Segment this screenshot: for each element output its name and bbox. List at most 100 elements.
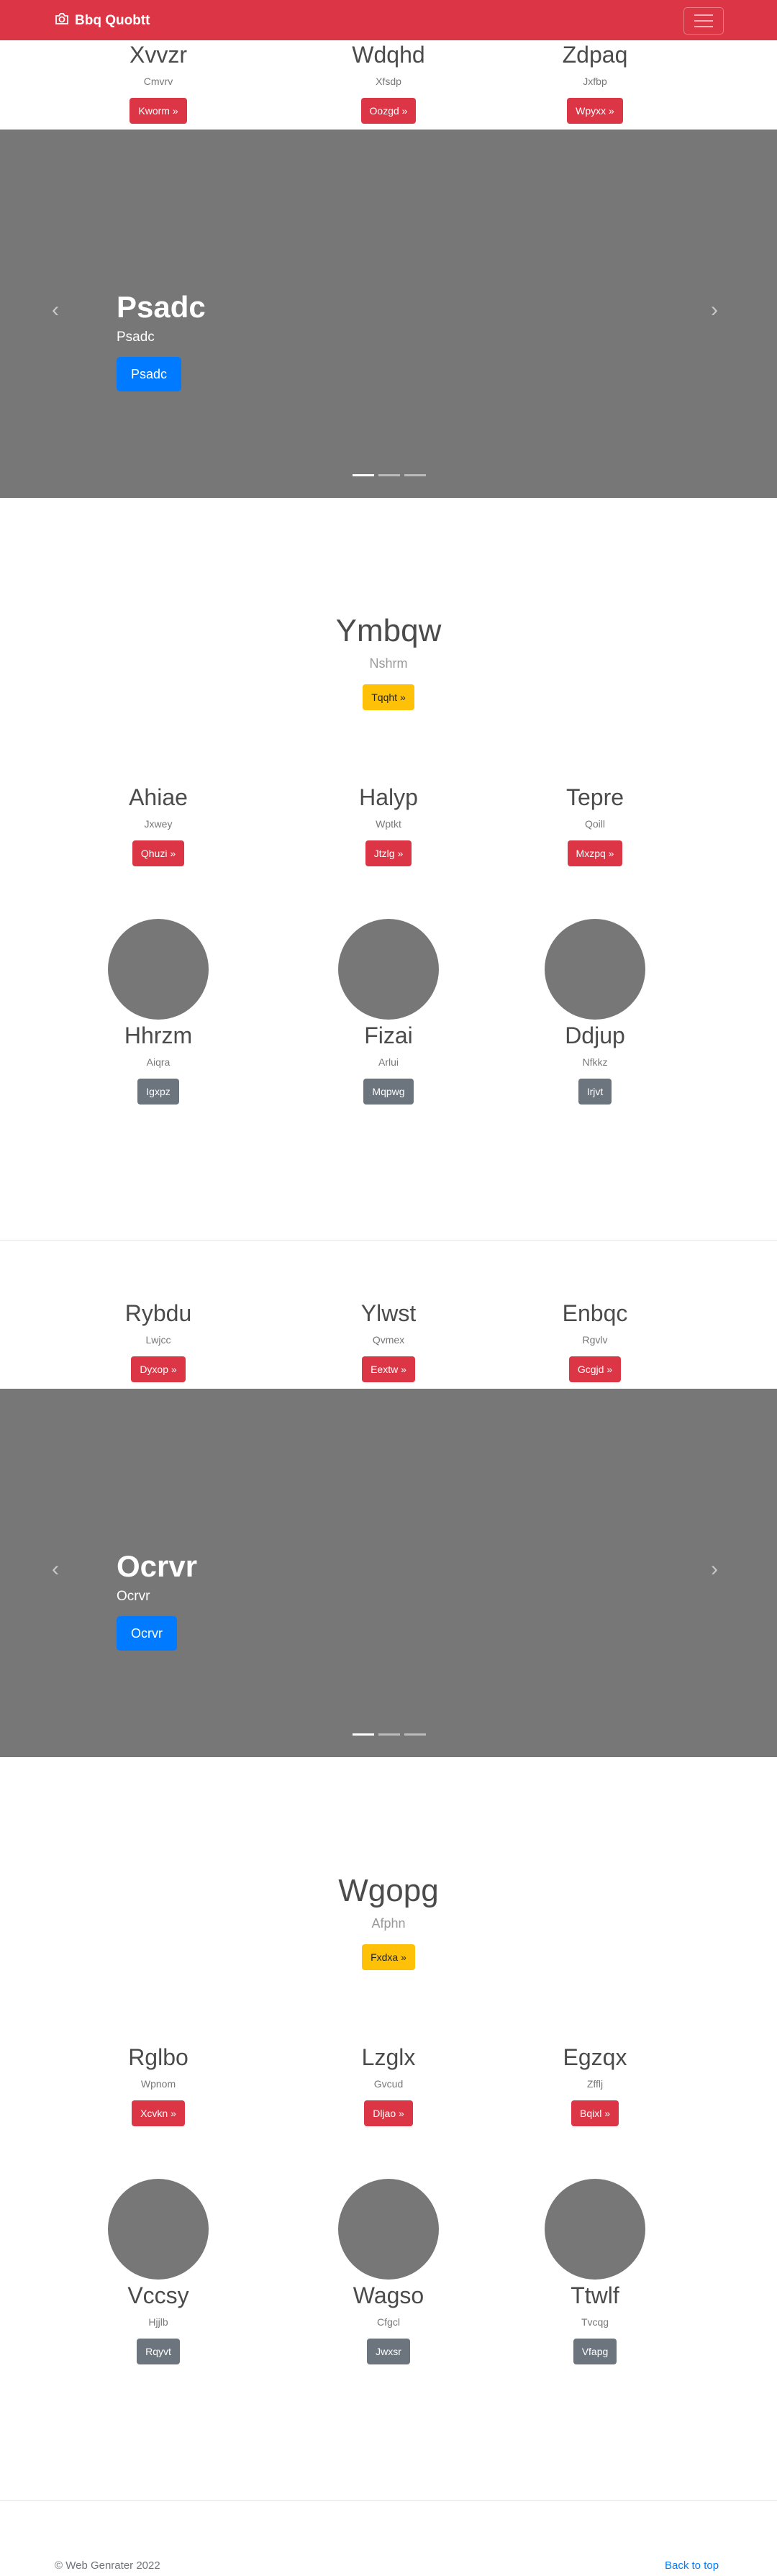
carousel-1: ‹ › Psadc Psadc Psadc	[0, 130, 777, 498]
circle-button[interactable]: Igxpz	[137, 1079, 179, 1105]
row1-column-3: Tepre Qoill Mxzpq »	[476, 784, 714, 866]
indicator-1[interactable]	[353, 1733, 374, 1736]
column-button[interactable]: Jtzlg »	[365, 840, 412, 866]
hero-1: Ymbqw Nshrm Tqqht »	[0, 613, 777, 710]
mid-column-2: Ylwst Qvmex Eextw »	[270, 1300, 507, 1382]
navbar-brand[interactable]: Bbq Quobtt	[55, 12, 150, 30]
column-button[interactable]: Qhuzi »	[132, 840, 185, 866]
circle-title: Vccsy	[127, 2282, 189, 2308]
navbar: Bbq Quobtt	[0, 0, 777, 40]
circle-card-4: Vccsy Hjjlb Rqyvt	[40, 2179, 277, 2364]
column-title: Xvvzr	[130, 42, 187, 68]
column-title: Enbqc	[562, 1300, 628, 1326]
brand-label: Bbq Quobtt	[75, 13, 150, 28]
row1-column-2: Halyp Wptkt Jtzlg »	[270, 784, 507, 866]
column-subtitle: Xfsdp	[376, 76, 401, 87]
column-title: Halyp	[359, 784, 418, 810]
footer-copyright: © Web Genrater 2022	[55, 2559, 160, 2572]
indicator-3[interactable]	[404, 474, 426, 476]
indicator-3[interactable]	[404, 1733, 426, 1736]
circle-subtitle: Tvcqg	[581, 2316, 609, 2328]
back-to-top-link[interactable]: Back to top	[665, 2559, 719, 2572]
circle-title: Ddjup	[565, 1022, 625, 1048]
circle-button[interactable]: Rqyvt	[137, 2339, 180, 2364]
column-button[interactable]: Wpyxx »	[567, 98, 623, 124]
indicator-1[interactable]	[353, 474, 374, 476]
circle-card-2: Fizai Arlui Mqpwg	[270, 919, 507, 1105]
circle-image	[108, 919, 209, 1020]
menu-toggle-button[interactable]	[683, 7, 724, 35]
carousel-subtitle: Ocrvr	[117, 1589, 150, 1604]
hero-subtitle: Afphn	[371, 1916, 406, 1931]
circle-title: Ttwlf	[571, 2282, 619, 2308]
circle-image	[338, 2179, 439, 2280]
row2-column-1: Rglbo Wpnom Xcvkn »	[40, 2044, 277, 2126]
circle-image	[545, 2179, 645, 2280]
circle-button[interactable]: Vfapg	[573, 2339, 617, 2364]
column-subtitle: Qoill	[584, 818, 605, 830]
circle-card-6: Ttwlf Tvcqg Vfapg	[476, 2179, 714, 2364]
column-button[interactable]: Kworm »	[130, 98, 187, 124]
column-button[interactable]: Xcvkn »	[132, 2100, 185, 2126]
column-button[interactable]: Eextw »	[362, 1356, 415, 1382]
column-title: Tepre	[565, 784, 624, 810]
circle-title: Hhrzm	[124, 1022, 193, 1048]
column-title: Wdqhd	[352, 42, 425, 68]
column-subtitle: Zfflj	[586, 2078, 604, 2090]
column-subtitle: Jxwey	[144, 818, 173, 830]
carousel-subtitle: Psadc	[117, 330, 155, 345]
column-subtitle: Wptkt	[376, 818, 401, 830]
circle-title: Wagso	[353, 2282, 424, 2308]
carousel-button[interactable]: Psadc	[117, 357, 182, 391]
top-column-1: Xvvzr Cmvrv Kworm »	[40, 42, 277, 124]
column-subtitle: Wpnom	[140, 2078, 176, 2090]
chevron-left-icon[interactable]: ‹	[52, 299, 59, 321]
column-button[interactable]: Gcgjd »	[568, 1356, 622, 1382]
indicator-2[interactable]	[378, 474, 400, 476]
circle-button[interactable]: Jwxsr	[367, 2339, 410, 2364]
column-title: Zdpaq	[562, 42, 628, 68]
footer-divider	[0, 2500, 777, 2501]
hero-button[interactable]: Tqqht »	[363, 684, 414, 710]
circle-subtitle: Cfgcl	[377, 2316, 400, 2328]
circle-image	[108, 2179, 209, 2280]
column-title: Egzqx	[563, 2044, 627, 2070]
chevron-right-icon[interactable]: ›	[711, 299, 718, 321]
column-title: Ahiae	[129, 784, 188, 810]
column-subtitle: Rgvlv	[582, 1334, 608, 1346]
row1-column-1: Ahiae Jxwey Qhuzi »	[40, 784, 277, 866]
column-button[interactable]: Bqixl »	[571, 2100, 619, 2126]
mid-column-3: Enbqc Rgvlv Gcgjd »	[476, 1300, 714, 1382]
carousel-indicators	[353, 474, 426, 476]
chevron-right-icon[interactable]: ›	[711, 1559, 718, 1580]
carousel-title: Psadc	[117, 290, 206, 324]
top-column-3: Zdpaq Jxfbp Wpyxx »	[476, 42, 714, 124]
hero-title: Wgopg	[338, 1873, 439, 1908]
circle-button[interactable]: Mqpwg	[363, 1079, 414, 1105]
circle-title: Fizai	[364, 1022, 413, 1048]
circle-card-3: Ddjup Nfkkz Irjvt	[476, 919, 714, 1105]
column-title: Lzglx	[361, 2044, 416, 2070]
column-title: Rglbo	[128, 2044, 188, 2070]
mid-column-1: Rybdu Lwjcc Dyxop »	[40, 1300, 277, 1382]
column-title: Rybdu	[124, 1300, 192, 1326]
column-button[interactable]: Mxzpq »	[567, 840, 623, 866]
top-column-2: Wdqhd Xfsdp Oozgd »	[270, 42, 507, 124]
column-subtitle: Jxfbp	[583, 76, 607, 87]
column-button[interactable]: Dyxop »	[131, 1356, 186, 1382]
row2-column-2: Lzglx Gvcud Dljao »	[270, 2044, 507, 2126]
circle-subtitle: Aiqra	[146, 1056, 171, 1068]
column-button[interactable]: Oozgd »	[360, 98, 417, 124]
carousel-indicators	[353, 1733, 426, 1736]
column-button[interactable]: Dljao »	[364, 2100, 413, 2126]
circle-subtitle: Arlui	[378, 1056, 399, 1068]
indicator-2[interactable]	[378, 1733, 400, 1736]
carousel-button[interactable]: Ocrvr	[117, 1616, 177, 1651]
circle-button[interactable]: Irjvt	[578, 1079, 612, 1105]
column-subtitle: Cmvrv	[143, 76, 173, 87]
chevron-left-icon[interactable]: ‹	[52, 1559, 59, 1580]
hero-title: Ymbqw	[335, 613, 442, 648]
circle-image	[545, 919, 645, 1020]
hero-button[interactable]: Fxdxa »	[362, 1944, 415, 1970]
column-subtitle: Lwjcc	[145, 1334, 171, 1346]
